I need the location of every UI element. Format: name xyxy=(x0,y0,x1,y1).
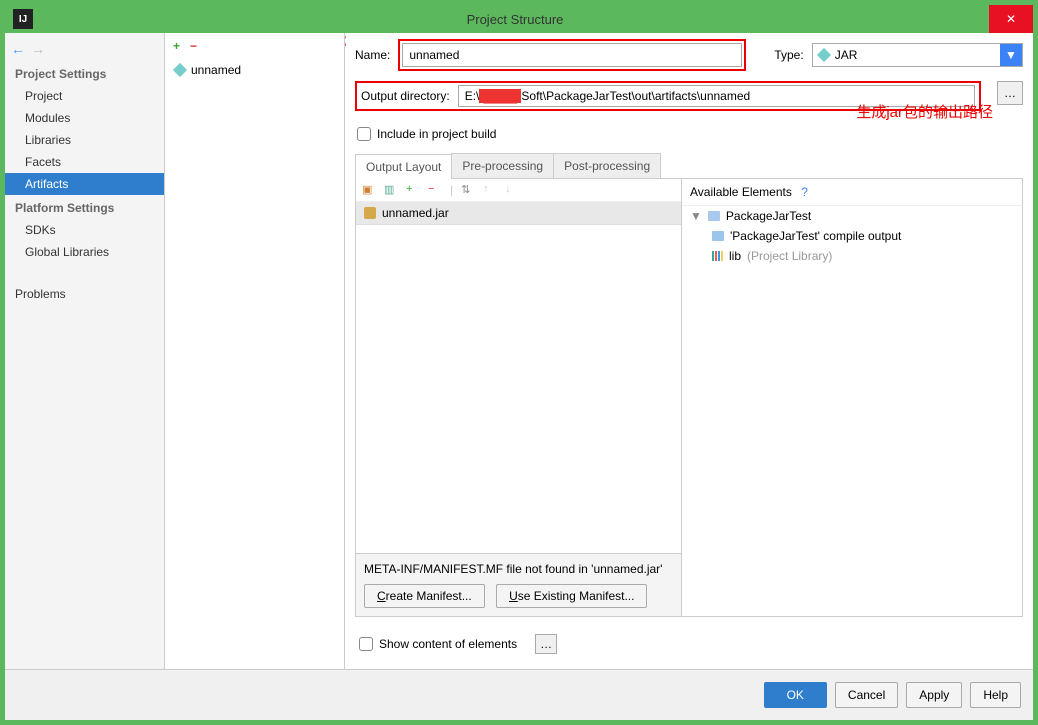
sort-icon[interactable]: ⇅ xyxy=(461,183,475,197)
move-up-icon[interactable]: ↑ xyxy=(483,183,497,197)
sidebar-item-project[interactable]: Project xyxy=(5,85,164,107)
tab-output-layout[interactable]: Output Layout xyxy=(355,154,452,179)
use-existing-manifest-button[interactable]: Use Existing Manifest... xyxy=(496,584,647,608)
sidebar-item-global-libraries[interactable]: Global Libraries xyxy=(5,241,164,263)
library-icon xyxy=(712,251,723,261)
sidebar-item-facets[interactable]: Facets xyxy=(5,151,164,173)
available-compile-output[interactable]: 'PackageJarTest' compile output xyxy=(682,226,1022,246)
window-title: Project Structure xyxy=(41,12,989,27)
include-build-checkbox[interactable]: Include in project build xyxy=(357,127,1021,141)
sidebar-item-modules[interactable]: Modules xyxy=(5,107,164,129)
checkbox-icon xyxy=(357,127,371,141)
jar-icon xyxy=(364,207,376,219)
type-value: JAR xyxy=(835,48,858,62)
sidebar-section-header: Platform Settings xyxy=(5,195,164,219)
artifact-name: unnamed xyxy=(191,63,241,77)
sidebar-section-header: Project Settings xyxy=(5,61,164,85)
new-folder-icon[interactable]: ▣ xyxy=(362,183,376,197)
add-copy-icon[interactable]: + xyxy=(406,183,420,197)
dropdown-icon: ▼ xyxy=(1000,44,1022,66)
titlebar: IJ Project Structure ✕ xyxy=(5,5,1033,33)
ok-button[interactable]: OK xyxy=(764,682,827,708)
artifact-type-select[interactable]: JAR ▼ xyxy=(812,43,1023,67)
output-dir-label: Output directory: xyxy=(361,89,450,103)
nav-forward-icon[interactable]: → xyxy=(31,41,45,57)
close-button[interactable]: ✕ xyxy=(989,5,1033,33)
sidebar-item-libraries[interactable]: Libraries xyxy=(5,129,164,151)
tab-post-processing[interactable]: Post-processing xyxy=(553,153,661,178)
available-title: Available Elements xyxy=(690,185,792,199)
available-lib[interactable]: lib (Project Library) xyxy=(682,246,1022,266)
include-build-label: Include in project build xyxy=(377,127,496,141)
dialog-buttons: OK Cancel Apply Help xyxy=(5,669,1033,720)
cancel-button[interactable]: Cancel xyxy=(835,682,898,708)
artifact-icon xyxy=(173,63,187,77)
remove-artifact-button[interactable]: − xyxy=(190,39,197,53)
apply-button[interactable]: Apply xyxy=(906,682,962,708)
create-manifest-button[interactable]: CCreate Manifest...reate Manifest... xyxy=(364,584,485,608)
manifest-warning: META-INF/MANIFEST.MF file not found in '… xyxy=(364,562,673,576)
move-down-icon[interactable]: ↓ xyxy=(505,183,519,197)
tab-pre-processing[interactable]: Pre-processing xyxy=(451,153,554,178)
new-dir-icon[interactable]: ▥ xyxy=(384,183,398,197)
highlight-name-box xyxy=(398,39,746,71)
jar-type-icon xyxy=(817,48,831,62)
nav-back-icon[interactable]: ← xyxy=(11,41,25,57)
layout-tabs: Output Layout Pre-processing Post-proces… xyxy=(355,153,1023,179)
module-icon xyxy=(708,211,720,221)
available-root[interactable]: ▼ PackageJarTest xyxy=(682,206,1022,226)
show-content-checkbox[interactable]: Show content of elements xyxy=(359,637,517,651)
artifact-list-item[interactable]: unnamed xyxy=(165,59,344,81)
remove-icon[interactable]: − xyxy=(428,183,442,197)
available-help-link[interactable]: ? xyxy=(801,185,808,199)
name-label: Name: xyxy=(355,48,390,62)
add-artifact-button[interactable]: + xyxy=(173,39,180,53)
sidebar-item-sdks[interactable]: SDKs xyxy=(5,219,164,241)
output-jar-item[interactable]: unnamed.jar xyxy=(356,202,681,225)
sidebar-item-problems[interactable]: Problems xyxy=(5,283,164,305)
show-content-more-button[interactable]: … xyxy=(535,634,557,654)
annotation-jar-name: jar包名称 xyxy=(345,33,347,52)
type-label: Type: xyxy=(774,48,803,62)
output-layout-pane: ▣ ▥ + − | ⇅ ↑ ↓ unnamed.jar xyxy=(356,179,682,616)
artifact-editor: jar包名称 生成jar包的输出路径 Name: Type: JAR ▼ xyxy=(345,33,1033,669)
help-button[interactable]: Help xyxy=(970,682,1021,708)
sidebar-item-artifacts[interactable]: Artifacts xyxy=(5,173,164,195)
redacted-segment: ████ xyxy=(479,89,521,103)
show-content-label: Show content of elements xyxy=(379,637,517,651)
folder-icon xyxy=(712,231,724,241)
available-elements-pane: Available Elements ? ▼ PackageJarTest 'P… xyxy=(682,179,1022,616)
checkbox-icon xyxy=(359,637,373,651)
output-dir-input[interactable]: E:\████Soft\PackageJarTest\out\artifacts… xyxy=(458,85,975,107)
artifact-list-panel: + − unnamed xyxy=(165,33,345,669)
project-structure-dialog: IJ Project Structure ✕ ← → Project Setti… xyxy=(4,4,1034,721)
jar-file-name: unnamed.jar xyxy=(382,206,449,220)
app-icon: IJ xyxy=(13,9,33,29)
artifact-name-input[interactable] xyxy=(402,43,742,67)
browse-output-button[interactable]: … xyxy=(997,81,1023,105)
settings-sidebar: ← → Project Settings Project Modules Lib… xyxy=(5,33,165,669)
